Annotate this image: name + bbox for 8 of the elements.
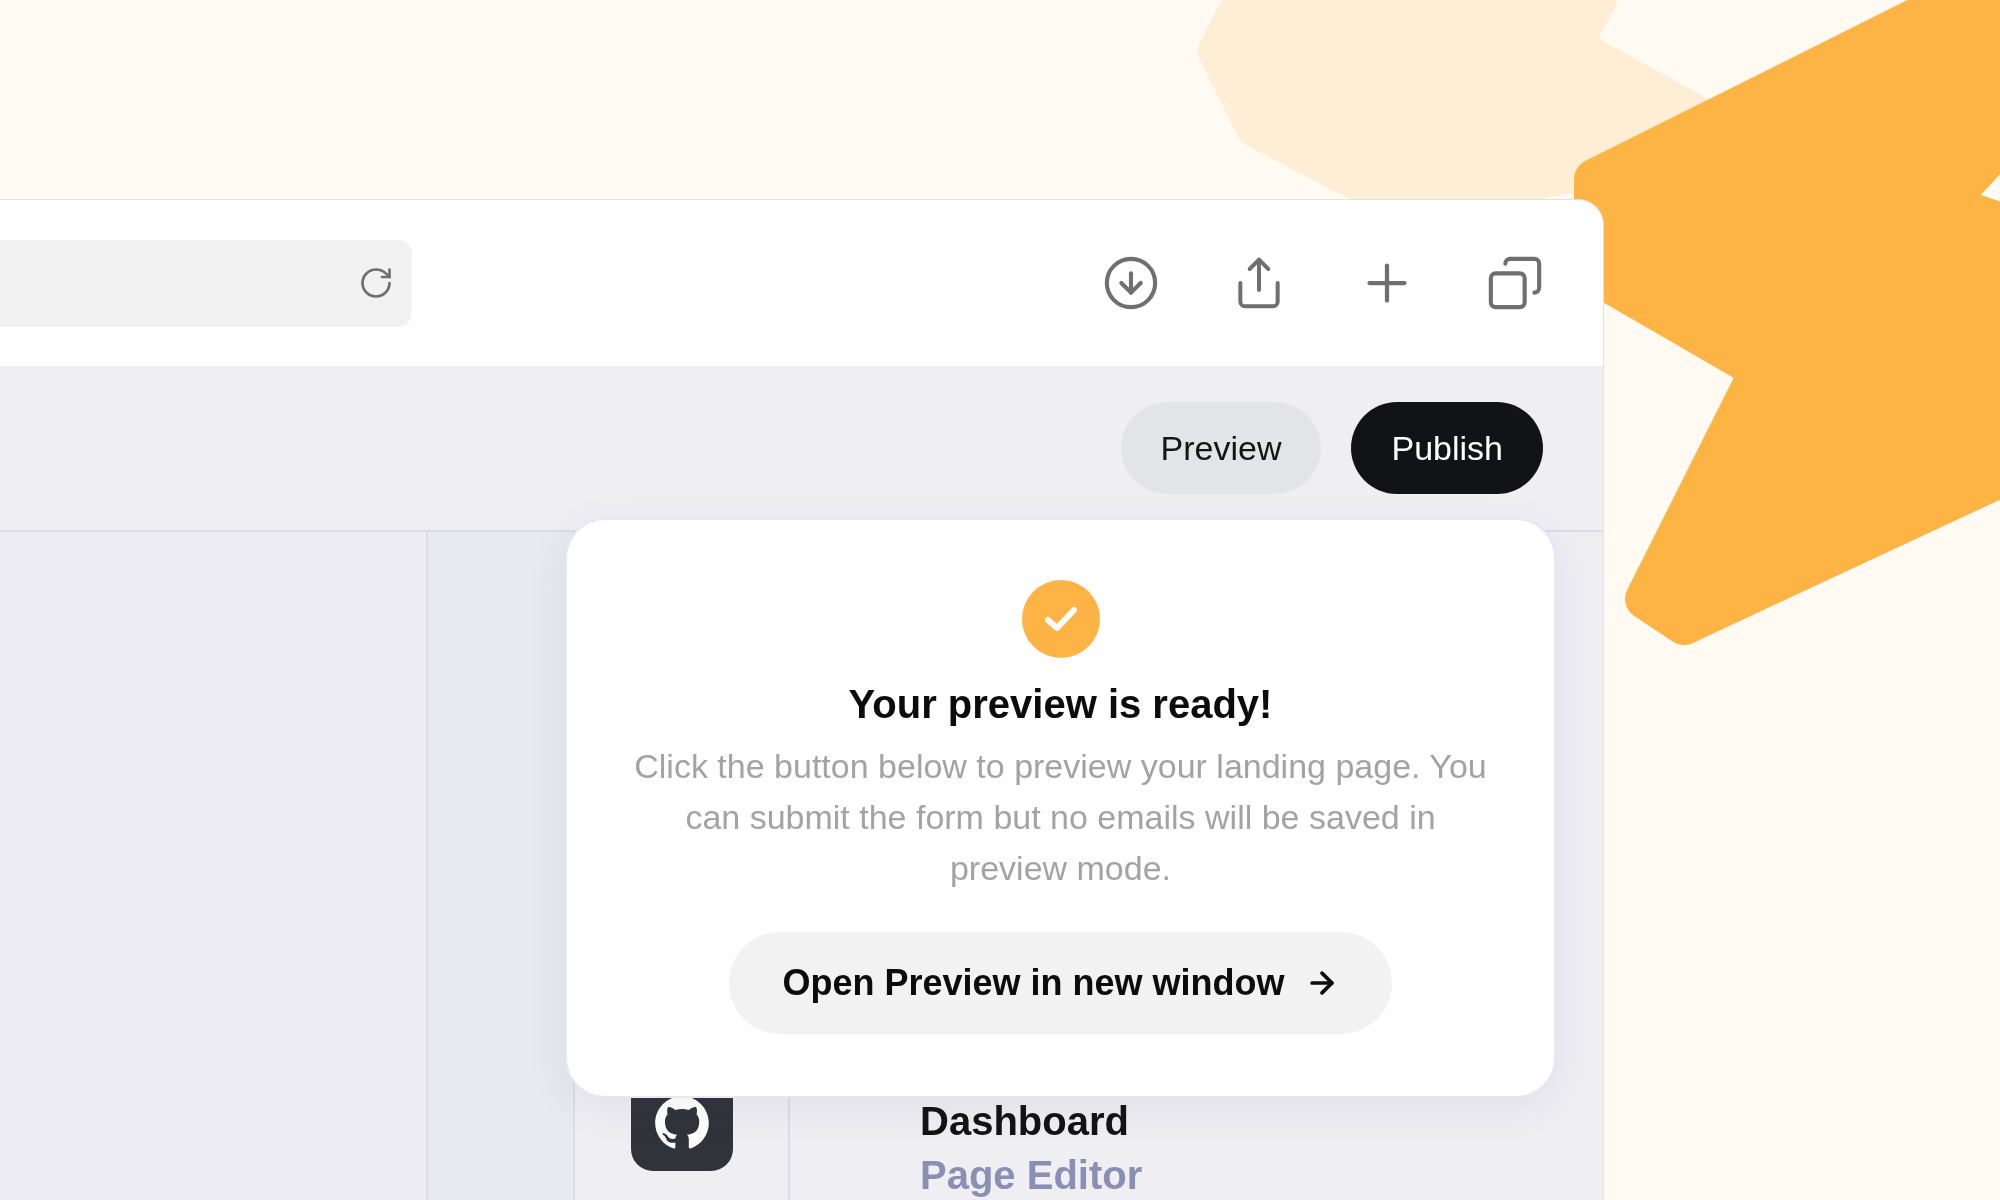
popup-message: Click the button below to preview your landing page. You can submit the form but no emails will be saved in preview mode.: [633, 746, 1488, 889]
popup-title: Your preview is ready!: [848, 682, 1273, 727]
nav-item[interactable]: Dashboard: [920, 1099, 1603, 1143]
preview-button[interactable]: Preview: [1120, 402, 1322, 494]
check-icon: [1021, 580, 1100, 658]
publish-button[interactable]: Publish: [1351, 402, 1543, 494]
reload-icon[interactable]: [358, 265, 394, 301]
open-preview-button[interactable]: Open Preview in new window: [729, 932, 1392, 1034]
